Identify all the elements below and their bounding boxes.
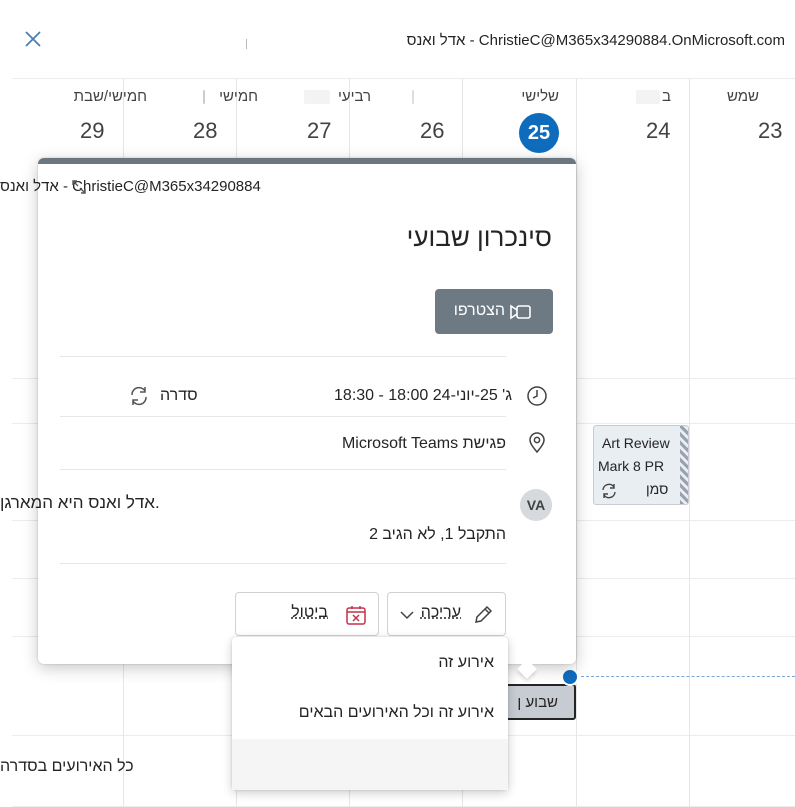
day-number-27[interactable]: 27 (307, 118, 331, 144)
edit-button[interactable]: עריכה (387, 592, 506, 636)
cancel-label: ביטול (291, 604, 328, 621)
event-details-card: אדל ואנס - ChristieC@M365x34290884 סינכר… (0, 158, 576, 664)
recurring-icon (602, 483, 616, 499)
chevron-down-icon (400, 611, 414, 620)
series-label: סדרה (160, 387, 198, 404)
day-name-tue: שלישי (521, 88, 559, 105)
divider (246, 39, 247, 49)
organizer-text: אדל ואנס היא המארגן. (0, 493, 160, 512)
day-number-28[interactable]: 28 (193, 118, 217, 144)
current-time-dot (561, 668, 579, 686)
cancel-button[interactable]: ביטול (235, 592, 379, 636)
menu-item-this-event[interactable]: אירוע זה (232, 639, 508, 689)
current-time-line (576, 676, 795, 677)
day-name-thu: חמישי (219, 88, 258, 105)
day-name-sun: שמש (726, 88, 759, 105)
account-title: אדל ואנס - ChristieC@M365x34290884.OnMic… (406, 32, 785, 49)
day-number-29[interactable]: 29 (80, 118, 104, 144)
edit-label: עריכה (420, 604, 461, 621)
avatar: VA (520, 489, 552, 521)
edit-options-menu: אירוע זה אירוע זה וכל האירועים הבאים (232, 637, 508, 790)
event-title: Art Review (602, 435, 670, 451)
selected-event-label: שבוע ן (517, 694, 558, 711)
selected-event[interactable]: שבוע ן (498, 684, 576, 720)
event-location: סמן (646, 481, 669, 497)
menu-item-this-and-following[interactable]: אירוע זה וכל האירועים הבאים (232, 689, 508, 739)
menu-item-label: אירוע זה וכל האירועים הבאים (298, 704, 494, 721)
join-label: הצטרפו (453, 302, 505, 319)
day-number-26[interactable]: 26 (420, 118, 444, 144)
pencil-icon (475, 605, 493, 623)
clock-icon (527, 386, 547, 406)
art-review-event[interactable]: Art Review Mark 8 PR סמן (593, 425, 689, 505)
calendar-cancel-icon (346, 606, 366, 625)
event-subtitle: Mark 8 PR (598, 458, 665, 474)
day-number-23[interactable]: 23 (758, 118, 782, 144)
join-button[interactable]: הצטרפו (435, 289, 553, 334)
close-icon[interactable] (22, 28, 44, 50)
event-title: סינכרון שבועי (406, 222, 552, 252)
today-number[interactable]: 25 (519, 113, 559, 153)
card-color-bar (38, 158, 576, 164)
tentative-stripe (680, 426, 688, 504)
menu-item-all-events[interactable] (232, 739, 508, 790)
day-name-fri-sat: חמישי/שבת (73, 88, 147, 105)
calendar-name: אדל ואנס - ChristieC@M365x34290884 (0, 178, 261, 195)
day-number-24[interactable]: 24 (646, 118, 670, 144)
event-datetime: ג' 25-יוני-24 18:00 - 18:30 (334, 387, 512, 404)
location-pin-icon (529, 432, 545, 454)
expand-icon[interactable] (70, 178, 88, 196)
video-camera-icon (510, 304, 531, 320)
recurring-icon (131, 386, 147, 406)
menu-item-all-series-label[interactable]: כל האירועים בסדרה (0, 758, 134, 776)
day-name-wed: רביעי (337, 88, 371, 105)
response-summary[interactable]: התקבל 1, לא הגיב 2 (369, 526, 506, 544)
menu-item-label: אירוע זה (438, 654, 494, 671)
event-location: פגישת Microsoft Teams (341, 435, 506, 452)
day-name-mon: ב (662, 88, 671, 105)
